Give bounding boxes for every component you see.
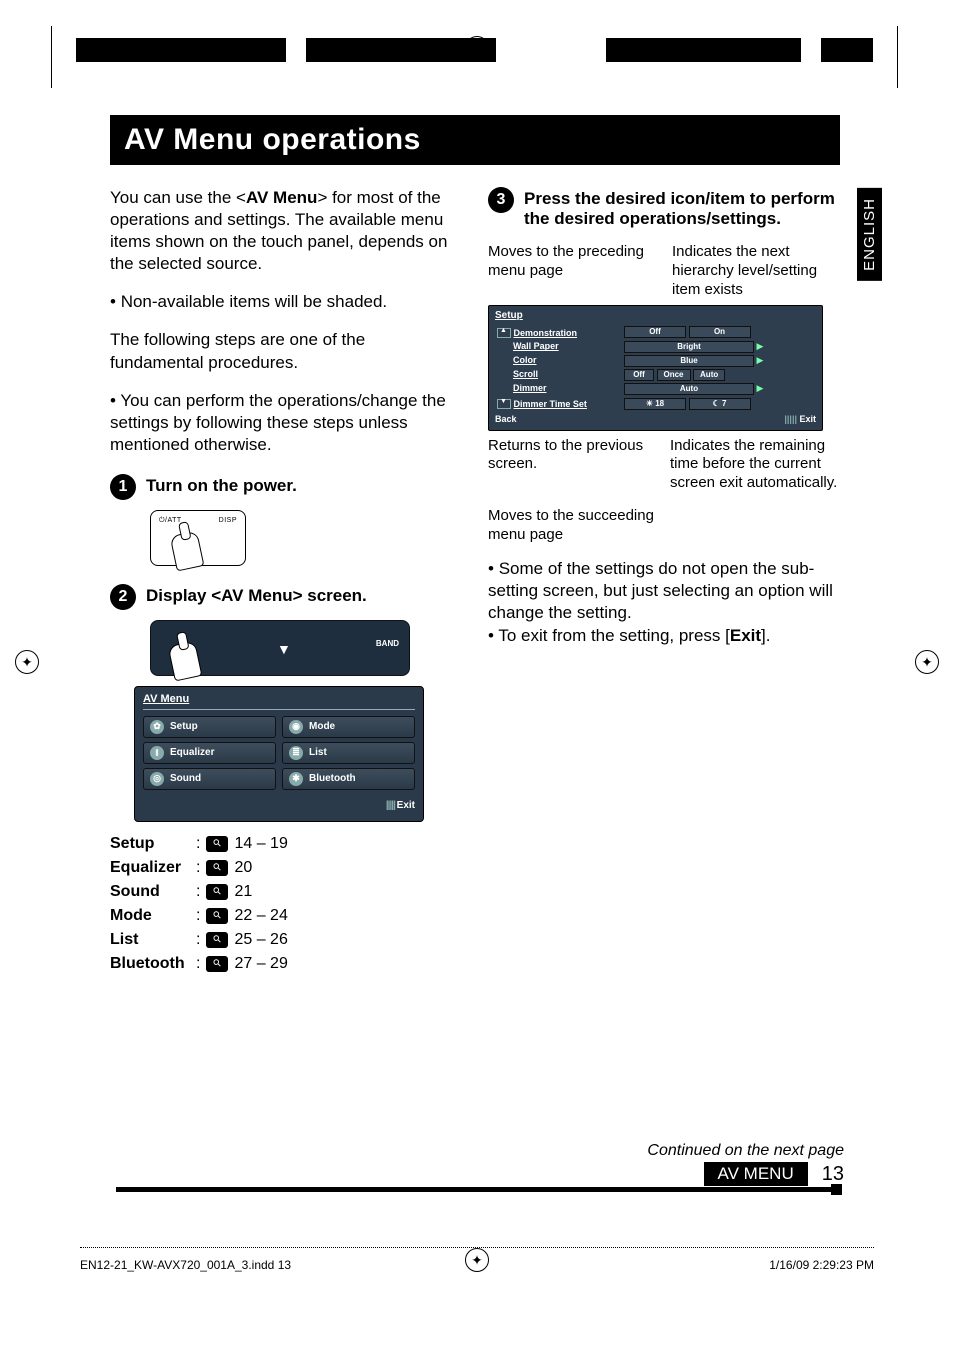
mode-icon: ◉ — [289, 720, 303, 734]
top-printer-bars — [76, 38, 873, 62]
list-icon: ≣ — [289, 746, 303, 760]
option-button[interactable]: On — [689, 326, 751, 338]
language-tab: ENGLISH — [857, 188, 882, 281]
menu-exit[interactable]: Exit — [143, 800, 415, 811]
magnifier-icon — [206, 884, 228, 900]
menu-button-equalizer[interactable]: ⫾Equalizer — [143, 742, 276, 764]
sound-icon: ◎ — [150, 772, 164, 786]
magnifier-icon — [206, 932, 228, 948]
menu-button-bluetooth[interactable]: ✱Bluetooth — [282, 768, 415, 790]
menu-button-mode[interactable]: ◉Mode — [282, 716, 415, 738]
crop-mark — [51, 26, 52, 88]
footer-rule — [116, 1187, 838, 1192]
continued-note: Continued on the next page — [647, 1142, 844, 1160]
note-item: To exit from the setting, press [Exit]. — [488, 625, 838, 647]
option-button[interactable]: Auto — [624, 383, 754, 395]
magnifier-icon — [206, 860, 228, 876]
menu-button-setup[interactable]: ✿Setup — [143, 716, 276, 738]
panel-title: AV Menu — [143, 693, 415, 710]
band-label: BAND — [376, 639, 399, 648]
option-button[interactable]: Off — [624, 326, 686, 338]
equalizer-icon: ⫾ — [150, 746, 164, 760]
av-menu-panel: AV Menu ✿Setup ◉Mode ⫾Equalizer ≣List ◎S… — [134, 686, 424, 822]
option-button[interactable]: Blue — [624, 355, 754, 367]
callout-succeeding-page: Moves to the succeeding menu page — [488, 507, 688, 545]
device-illustration-screen: ▼ BAND — [150, 620, 410, 676]
step-number-icon: 2 — [110, 584, 136, 610]
footer-badge: AV MENU 13 — [704, 1162, 844, 1186]
device-illustration-power: ⏻/ATT DISP — [150, 510, 246, 566]
step-1: 1 Turn on the power. — [110, 474, 460, 500]
intro-paragraph: You can use the <AV Menu> for most of th… — [110, 187, 460, 275]
intro-bullet: Non-available items will be shaded. — [110, 291, 460, 313]
option-button[interactable]: Auto — [693, 369, 725, 381]
callout-exit-timer: Indicates the remaining time before the … — [670, 437, 838, 493]
option-button[interactable]: Once — [657, 369, 691, 381]
option-button[interactable]: ☾ 7 — [689, 398, 751, 410]
step-number-icon: 1 — [110, 474, 136, 500]
callout-preceding-page: Moves to the preceding menu page — [488, 243, 654, 299]
note-item: Some of the settings do not open the sub… — [488, 558, 838, 624]
gear-icon: ✿ — [150, 720, 164, 734]
print-footer: EN12-21_KW-AVX720_001A_3.indd 13 1/16/09… — [80, 1247, 874, 1272]
magnifier-icon — [206, 956, 228, 972]
bluetooth-icon: ✱ — [289, 772, 303, 786]
hand-icon — [168, 640, 203, 681]
page-down-icon[interactable] — [497, 399, 511, 409]
intro-bullet-2: You can perform the operations/change th… — [110, 390, 460, 456]
option-button[interactable]: ☀ 18 — [624, 398, 686, 410]
crop-mark — [897, 26, 898, 88]
page-reference-list: Setup: 14 – 19 Equalizer: 20 Sound: 21 M… — [110, 832, 460, 976]
menu-button-list[interactable]: ≣List — [282, 742, 415, 764]
exit-button[interactable]: ||||| Exit — [784, 414, 816, 425]
magnifier-icon — [206, 908, 228, 924]
page-title: AV Menu operations — [110, 115, 840, 165]
step-3: 3 Press the desired icon/item to perform… — [488, 187, 838, 229]
chevron-down-icon: ▼ — [277, 641, 291, 657]
menu-button-sound[interactable]: ◎Sound — [143, 768, 276, 790]
page-up-icon[interactable] — [497, 328, 511, 338]
option-button[interactable]: Bright — [624, 341, 754, 353]
registration-mark-right — [915, 650, 939, 674]
intro-paragraph-2: The following steps are one of the funda… — [110, 329, 460, 373]
magnifier-icon — [206, 836, 228, 852]
callout-back: Returns to the previous screen. — [488, 437, 656, 493]
setup-panel: Setup Demonstration Off On Wall Paper Br… — [488, 305, 823, 430]
option-button[interactable]: Off — [624, 369, 654, 381]
back-button[interactable]: Back — [495, 414, 517, 425]
step-2: 2 Display <AV Menu> screen. — [110, 584, 460, 610]
hand-icon — [170, 530, 205, 571]
step-number-icon: 3 — [488, 187, 514, 213]
registration-mark-left — [15, 650, 39, 674]
callout-next-hierarchy: Indicates the next hierarchy level/setti… — [672, 243, 838, 299]
